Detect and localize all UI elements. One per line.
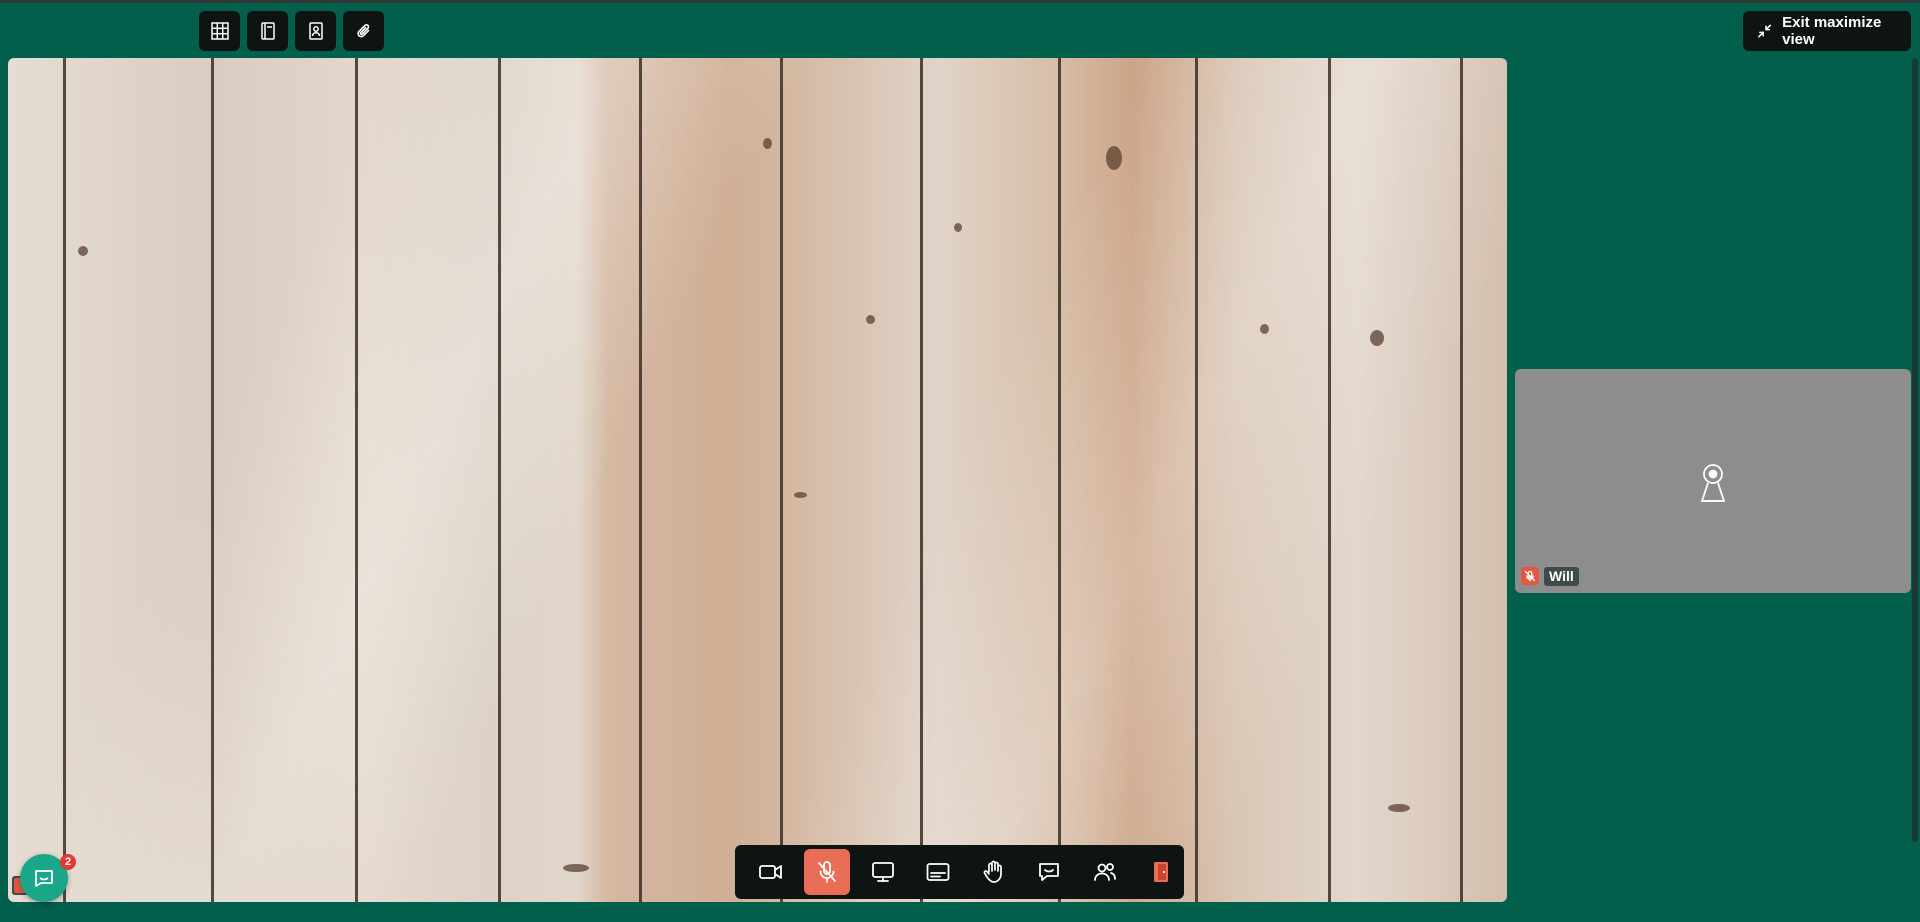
webcam-off-icon <box>1700 464 1726 502</box>
participants-button[interactable] <box>1082 849 1129 895</box>
wood-knot <box>1260 324 1269 334</box>
wood-knot <box>563 864 589 872</box>
wood-knot <box>1370 330 1384 346</box>
mic-off-icon <box>818 861 836 883</box>
window-top-border <box>0 0 1920 3</box>
hand-icon <box>983 860 1002 883</box>
people-icon <box>1094 863 1116 881</box>
plank-seam <box>63 58 66 902</box>
notification-count-badge: 2 <box>60 854 76 870</box>
exit-maximize-label: Exit maximize view <box>1782 14 1882 48</box>
wood-knot <box>763 138 772 149</box>
muted-mic-badge <box>1521 567 1539 585</box>
exit-door-icon <box>1153 862 1168 882</box>
plank-seam <box>498 58 501 902</box>
exit-maximize-button[interactable]: Exit maximize view <box>1743 11 1911 51</box>
wood-knot <box>866 315 875 324</box>
grid-view-button[interactable] <box>199 11 240 51</box>
paperclip-icon <box>356 24 369 38</box>
collapse-arrows-icon <box>1758 24 1772 38</box>
plank-seam <box>1460 58 1463 902</box>
plank-seam <box>780 58 783 902</box>
plank-seam <box>355 58 358 902</box>
monitor-icon <box>871 862 894 882</box>
top-toolbar <box>199 11 384 51</box>
plank-seam <box>211 58 214 902</box>
camera-button[interactable] <box>748 849 795 895</box>
attachment-button[interactable] <box>343 11 384 51</box>
plank-seam <box>920 58 923 902</box>
plank-seam <box>1328 58 1331 902</box>
wood-knot <box>78 246 88 256</box>
video-camera-icon <box>759 865 783 879</box>
share-screen-button[interactable] <box>859 849 906 895</box>
participant-thumbnail[interactable]: Will <box>1515 369 1911 593</box>
microphone-button[interactable] <box>803 849 851 895</box>
vertical-scrollbar[interactable] <box>1912 58 1918 842</box>
notes-button[interactable] <box>247 11 288 51</box>
wood-knot <box>1388 804 1410 812</box>
plank-seam <box>1195 58 1198 902</box>
raise-hand-button[interactable] <box>971 849 1018 895</box>
main-video-feed[interactable] <box>8 58 1507 902</box>
captions-icon <box>926 863 950 881</box>
contacts-button[interactable] <box>295 11 336 51</box>
captions-button[interactable] <box>915 849 962 895</box>
wood-knot <box>1106 146 1122 170</box>
chat-button[interactable] <box>1026 849 1073 895</box>
plank-seam <box>1058 58 1061 902</box>
mic-off-icon <box>1524 570 1536 582</box>
grid-icon <box>210 22 229 40</box>
chat-widget-icon <box>35 870 53 887</box>
participant-name: Will <box>1544 567 1579 586</box>
chat-bubble-icon <box>1039 863 1060 881</box>
meeting-control-bar <box>735 845 1184 899</box>
contact-card-icon <box>308 22 323 40</box>
plank-seam <box>639 58 642 902</box>
wood-knot <box>794 492 807 498</box>
wood-knot <box>954 223 962 232</box>
notebook-icon <box>260 22 275 40</box>
leave-button[interactable] <box>1137 849 1184 895</box>
